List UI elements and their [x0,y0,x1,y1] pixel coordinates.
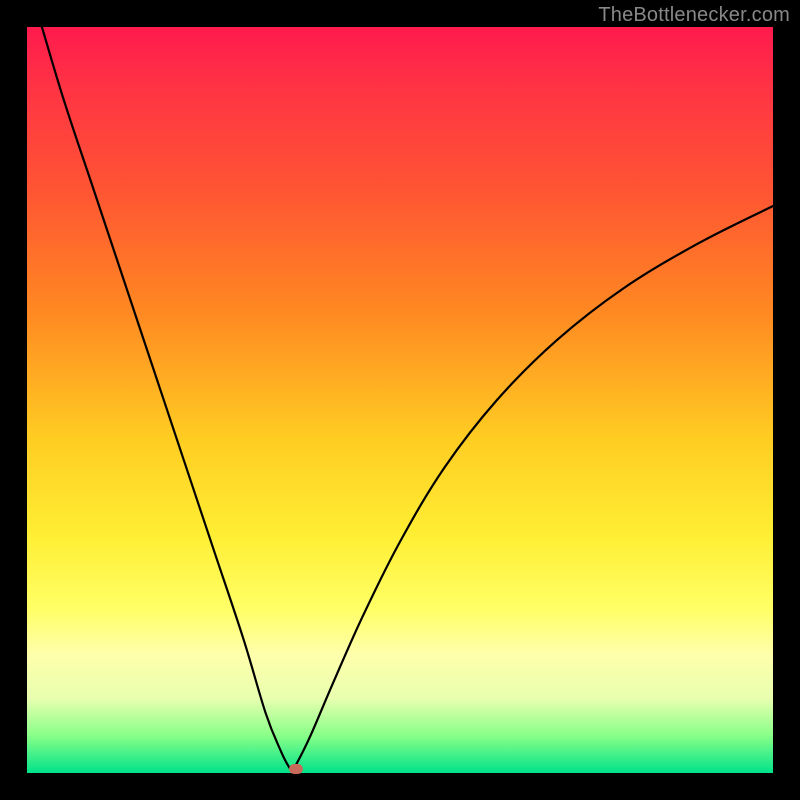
plot-area [27,27,773,773]
optimal-point-marker [289,764,303,774]
curve-layer [27,27,773,773]
watermark-text: TheBottlenecker.com [598,4,790,27]
chart-frame: TheBottlenecker.com [0,0,800,800]
bottleneck-curve [42,27,773,770]
